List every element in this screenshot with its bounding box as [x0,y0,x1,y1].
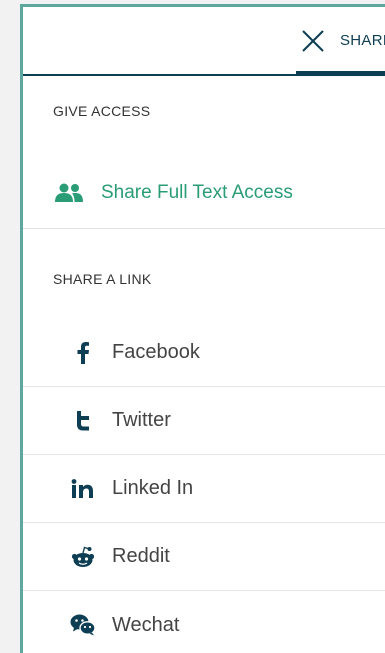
linkedin-label: Linked In [112,477,194,499]
reddit-label: Reddit [112,545,170,567]
share-link-list: Facebook Twitter Linked In Reddit Wechat [23,319,385,653]
active-tab-indicator [296,71,385,76]
tab-label: SHARE [340,32,385,49]
share-full-text-access-button[interactable]: Share Full Text Access [23,155,385,231]
section-divider [23,228,385,229]
twitter-icon [70,409,96,433]
share-facebook[interactable]: Facebook [23,319,385,387]
linkedin-icon [70,477,96,501]
close-icon[interactable] [300,28,326,54]
reddit-icon [70,545,96,569]
share-reddit[interactable]: Reddit [23,523,385,591]
facebook-label: Facebook [112,341,200,363]
give-access-heading: GIVE ACCESS [53,103,151,119]
share-panel: SHARE GIVE ACCESS Share Full Text Access… [20,4,385,653]
tab-share[interactable]: SHARE [296,7,385,74]
share-full-text-access-label: Share Full Text Access [101,182,293,203]
share-twitter[interactable]: Twitter [23,387,385,455]
facebook-icon [70,341,96,365]
wechat-icon [70,613,96,637]
share-wechat[interactable]: Wechat [23,591,385,653]
share-a-link-heading: SHARE A LINK [53,271,152,287]
twitter-label: Twitter [112,409,171,431]
users-icon [55,183,83,202]
panel-header: SHARE [23,7,385,76]
share-linkedin[interactable]: Linked In [23,455,385,523]
wechat-label: Wechat [112,613,180,636]
